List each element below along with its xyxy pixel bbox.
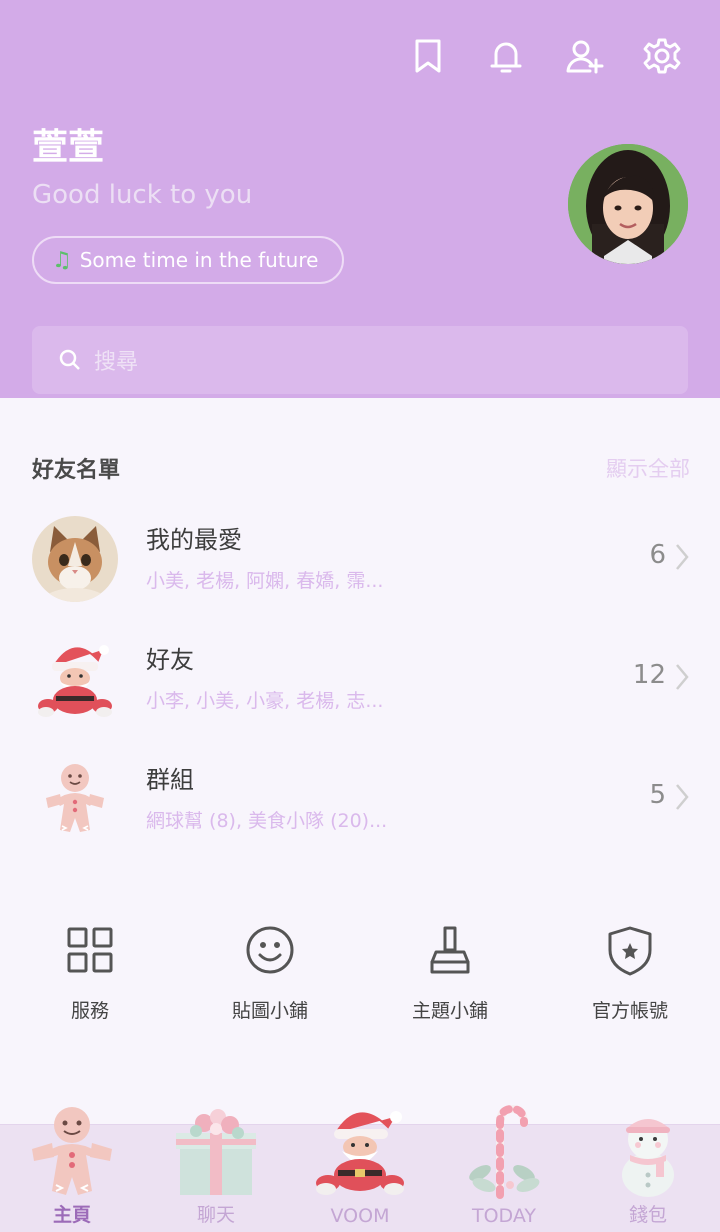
- list-item-title: 群組: [146, 766, 194, 794]
- gift-icon: [176, 1109, 256, 1195]
- friends-section-title: 好友名單: [32, 458, 121, 483]
- tab-voom[interactable]: VOOM: [288, 1111, 432, 1232]
- add-friend-icon[interactable]: [562, 34, 606, 78]
- friends-section-header: 好友名單 顯示全部: [32, 452, 690, 484]
- profile-music-label: Some time in the future: [79, 248, 319, 272]
- list-item-favorites[interactable]: 我的最愛 小美, 老楊, 阿嫻, 春嬌, 霈... 6: [32, 516, 690, 616]
- list-item-subtitle: 網球幫 (8), 美食小隊 (20)...: [146, 810, 388, 832]
- shield-star-icon: [608, 926, 652, 976]
- tab-label: 錢包: [628, 1204, 667, 1226]
- list-item-title: 好友: [146, 646, 194, 674]
- header-actions: [406, 34, 684, 78]
- service-button-sticker-shop[interactable]: 貼圖小鋪: [180, 922, 360, 1023]
- bookmark-icon[interactable]: [406, 34, 450, 78]
- search-placeholder: 搜尋: [94, 350, 139, 375]
- service-label: 主題小鋪: [411, 1000, 488, 1022]
- grid-icon: [67, 927, 113, 973]
- tab-chat[interactable]: 聊天: [144, 1109, 288, 1232]
- music-note-icon: ♫: [52, 247, 72, 273]
- bell-icon[interactable]: [484, 34, 528, 78]
- list-item-count: 5: [649, 780, 666, 810]
- brush-icon: [430, 926, 470, 974]
- cat-avatar-icon: [32, 516, 118, 602]
- profile-music-button[interactable]: ♫ Some time in the future: [32, 236, 345, 284]
- chevron-right-icon: [674, 782, 690, 812]
- tab-label: TODAY: [472, 1205, 536, 1227]
- tab-label: VOOM: [330, 1205, 390, 1227]
- chevron-right-icon: [674, 662, 690, 692]
- list-item-count: 6: [649, 540, 666, 570]
- search-bar[interactable]: 搜尋: [32, 326, 688, 394]
- service-button-official-accounts[interactable]: 官方帳號: [540, 922, 720, 1023]
- list-item-title: 我的最愛: [146, 526, 242, 554]
- service-button-theme-shop[interactable]: 主題小鋪: [360, 922, 540, 1023]
- tab-label: 聊天: [196, 1204, 235, 1226]
- tab-label: 主頁: [52, 1204, 91, 1226]
- snowman-icon: [622, 1119, 674, 1197]
- profile-header: 萱萱 Good luck to you ♫ Some time in the f…: [0, 0, 720, 398]
- service-label: 貼圖小鋪: [231, 1000, 308, 1022]
- list-item-groups[interactable]: 群組 網球幫 (8), 美食小隊 (20)... 5: [32, 756, 690, 856]
- smiley-icon: [246, 926, 294, 974]
- gingerbread-icon: [32, 756, 118, 842]
- service-button-services[interactable]: 服務: [0, 922, 180, 1023]
- tab-wallet[interactable]: 錢包: [576, 1119, 720, 1232]
- status-message[interactable]: Good luck to you: [32, 180, 252, 210]
- santa-icon: [32, 636, 118, 722]
- avatar-photo: [568, 144, 688, 264]
- list-item-count: 12: [632, 660, 666, 690]
- chevron-right-icon: [674, 542, 690, 572]
- services-row: 服務 貼圖小鋪 主題小鋪 官方帳號: [0, 922, 720, 1023]
- profile-name[interactable]: 萱萱: [32, 118, 104, 170]
- list-item-friends[interactable]: 好友 小李, 小美, 小豪, 老楊, 志... 12: [32, 636, 690, 736]
- bottom-tab-bar: 主頁 聊天 VOOM TODAY 錢包: [0, 1104, 720, 1232]
- avatar[interactable]: [568, 144, 688, 264]
- santa-icon: [316, 1111, 404, 1195]
- tab-home[interactable]: 主頁: [0, 1107, 144, 1232]
- search-icon: [59, 349, 80, 370]
- gingerbread-icon: [32, 1107, 112, 1195]
- candy-cane-icon: [469, 1104, 540, 1199]
- service-label: 官方帳號: [591, 1000, 668, 1022]
- tab-today[interactable]: TODAY: [432, 1104, 576, 1232]
- show-all-link[interactable]: 顯示全部: [606, 453, 690, 483]
- service-label: 服務: [70, 1000, 109, 1022]
- list-item-subtitle: 小李, 小美, 小豪, 老楊, 志...: [146, 690, 384, 712]
- gear-icon[interactable]: [640, 34, 684, 78]
- list-item-subtitle: 小美, 老楊, 阿嫻, 春嬌, 霈...: [146, 570, 384, 592]
